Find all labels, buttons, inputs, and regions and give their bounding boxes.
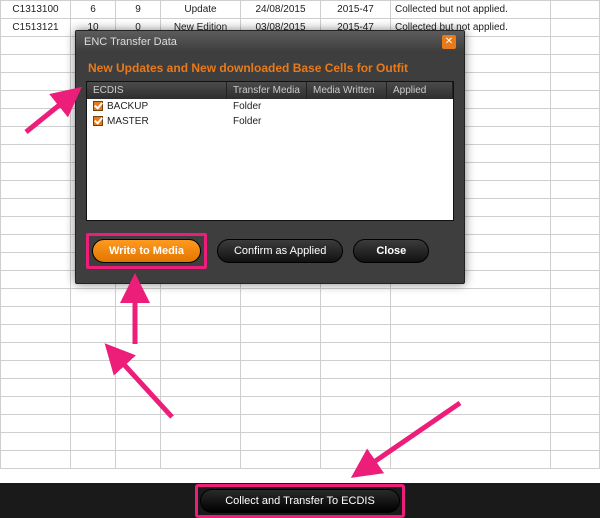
checkbox-icon[interactable]: [93, 101, 103, 111]
cell: [551, 19, 600, 37]
enc-transfer-dialog: ENC Transfer Data ✕ New Updates and New …: [75, 30, 465, 284]
ecdis-name: MASTER: [107, 116, 149, 127]
highlight-box-collect: Collect and Transfer To ECDIS: [195, 484, 405, 518]
cell: C1313100: [1, 1, 71, 19]
col-written[interactable]: Media Written: [307, 82, 387, 99]
ecdis-list-header: ECDIS Transfer Media Media Written Appli…: [87, 82, 453, 99]
cell: Collected but not applied.: [391, 1, 551, 19]
cell: 24/08/2015: [241, 1, 321, 19]
collect-and-transfer-button[interactable]: Collect and Transfer To ECDIS: [200, 489, 400, 513]
cell: [551, 1, 600, 19]
table-row: C1313100 6 9 Update 24/08/2015 2015-47 C…: [1, 1, 600, 19]
highlight-box-write: Write to Media: [86, 233, 207, 269]
close-icon[interactable]: ✕: [442, 35, 456, 49]
write-to-media-button[interactable]: Write to Media: [92, 239, 201, 263]
written-cell: [307, 99, 387, 114]
cell: 9: [116, 1, 161, 19]
cell: Update: [161, 1, 241, 19]
cell: 6: [71, 1, 116, 19]
applied-cell: [387, 114, 453, 129]
confirm-as-applied-button[interactable]: Confirm as Applied: [217, 239, 343, 263]
written-cell: [307, 114, 387, 129]
col-media[interactable]: Transfer Media: [227, 82, 307, 99]
dialog-titlebar[interactable]: ENC Transfer Data ✕: [76, 31, 464, 53]
bottom-bar: Collect and Transfer To ECDIS: [0, 483, 600, 518]
ecdis-name: BACKUP: [107, 101, 148, 112]
close-button[interactable]: Close: [353, 239, 429, 263]
list-item[interactable]: BACKUP Folder: [87, 99, 453, 114]
media-cell: Folder: [227, 114, 307, 129]
col-applied[interactable]: Applied: [387, 82, 453, 99]
dialog-subtitle: New Updates and New downloaded Base Cell…: [76, 53, 464, 81]
checkbox-icon[interactable]: [93, 116, 103, 126]
col-ecdis[interactable]: ECDIS: [87, 82, 227, 99]
dialog-title-text: ENC Transfer Data: [84, 36, 177, 48]
cell: 2015-47: [321, 1, 391, 19]
dialog-actions: Write to Media Confirm as Applied Close: [76, 221, 464, 283]
applied-cell: [387, 99, 453, 114]
media-cell: Folder: [227, 99, 307, 114]
list-item[interactable]: MASTER Folder: [87, 114, 453, 129]
ecdis-list: ECDIS Transfer Media Media Written Appli…: [86, 81, 454, 221]
cell: C1513121: [1, 19, 71, 37]
